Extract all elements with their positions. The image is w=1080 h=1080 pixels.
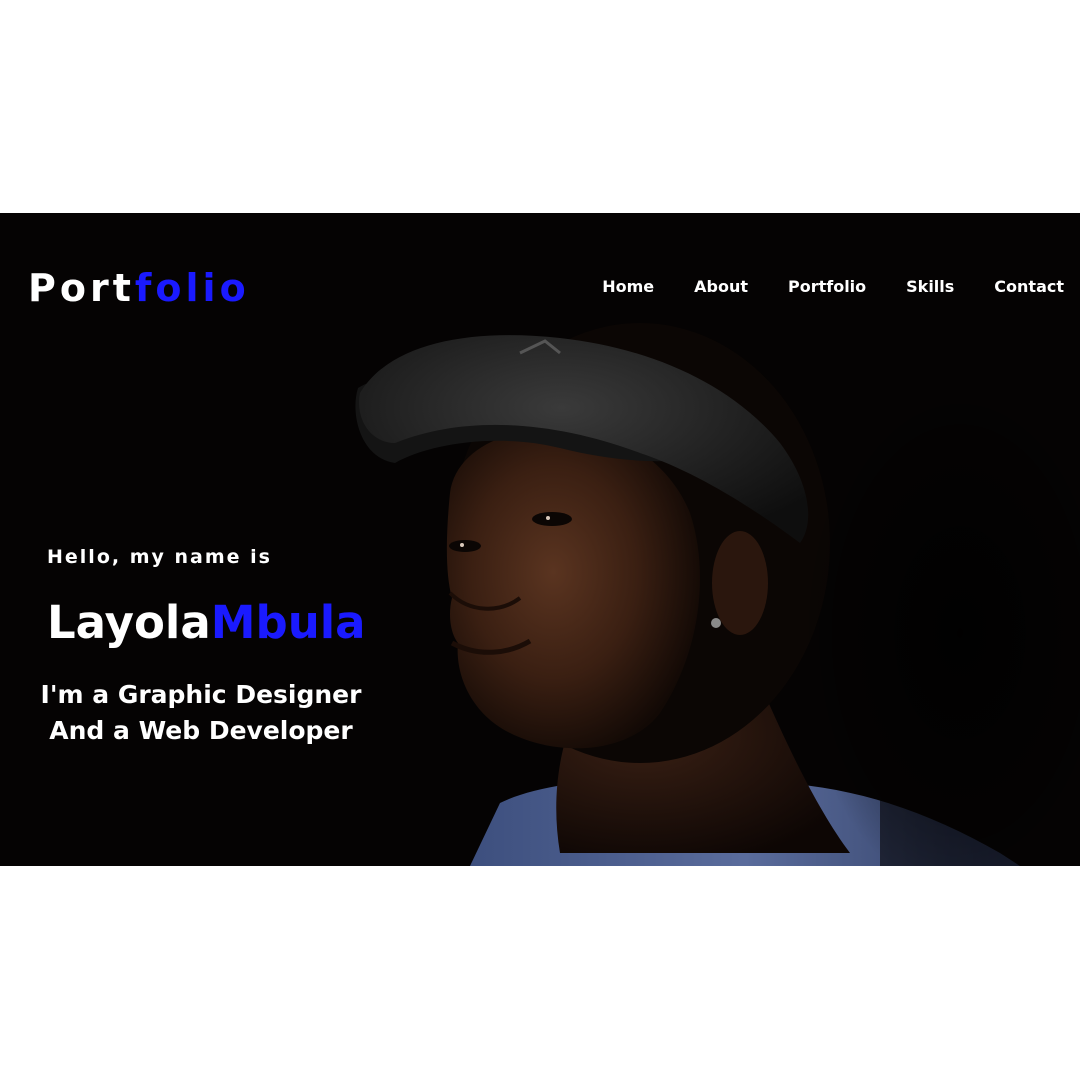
nav-contact-link[interactable]: Contact bbox=[994, 275, 1064, 299]
hero-greeting: Hello, my name is bbox=[47, 546, 272, 568]
hero-tagline-line-1: I'm a Graphic Designer bbox=[40, 680, 362, 709]
hero-tagline-line-2: And a Web Developer bbox=[49, 716, 353, 745]
nav-portfolio-link[interactable]: Portfolio bbox=[788, 275, 866, 299]
logo[interactable]: Portfolio bbox=[28, 265, 250, 311]
hero-last-name: Mbula bbox=[210, 596, 366, 649]
nav-home-link[interactable]: Home bbox=[602, 275, 654, 299]
hero-name: LayolaMbula bbox=[47, 595, 366, 651]
hero-first-name: Layola bbox=[47, 596, 211, 649]
logo-part-1: Port bbox=[28, 266, 135, 310]
nav-skills-link[interactable]: Skills bbox=[906, 275, 954, 299]
hero-section: Portfolio Home About Portfolio Skills Co… bbox=[0, 213, 1080, 866]
logo-part-2: folio bbox=[134, 266, 250, 310]
main-nav: Home About Portfolio Skills Contact bbox=[562, 275, 1064, 299]
nav-about-link[interactable]: About bbox=[694, 275, 748, 299]
